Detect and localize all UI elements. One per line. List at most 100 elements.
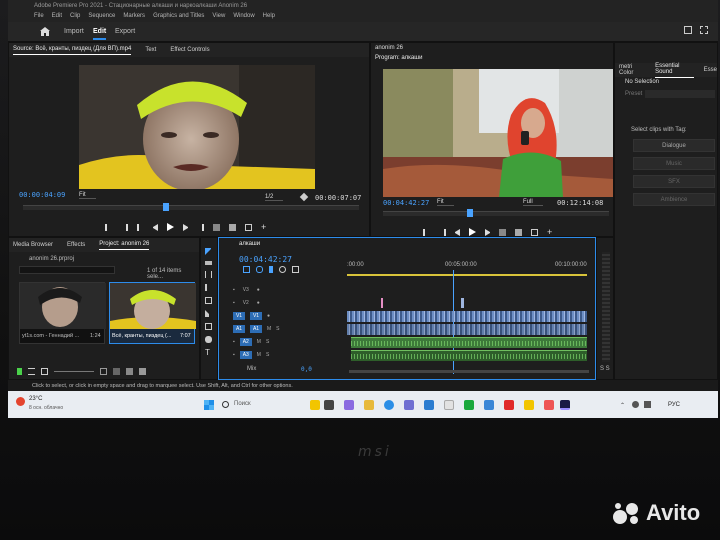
- menu-edit[interactable]: Edit: [52, 13, 62, 19]
- weather-icon[interactable]: [16, 397, 25, 406]
- sequence-tab[interactable]: алкаши: [239, 241, 260, 247]
- menu-sequence[interactable]: Sequence: [88, 13, 115, 19]
- track-a2[interactable]: ▪ A2 M S: [233, 336, 269, 347]
- search-icon[interactable]: [222, 401, 229, 408]
- xbox-icon[interactable]: [464, 400, 474, 410]
- meter-solo-buttons[interactable]: S S: [600, 366, 610, 372]
- linked-selection-icon[interactable]: [256, 266, 263, 273]
- source-patch-v1[interactable]: V1: [233, 311, 245, 320]
- menu-markers[interactable]: Markers: [123, 13, 145, 19]
- program-add-button-icon[interactable]: +: [547, 227, 554, 236]
- tab-media-browser[interactable]: Media Browser: [13, 242, 53, 248]
- sfx-button[interactable]: SFX: [633, 175, 715, 188]
- captions-icon[interactable]: [292, 266, 299, 273]
- lock-icon[interactable]: ▪: [233, 339, 235, 345]
- source-resolution-select[interactable]: 1/2: [265, 194, 284, 201]
- start-icon[interactable]: [204, 400, 214, 410]
- lift-icon[interactable]: [499, 228, 506, 236]
- program-playhead[interactable]: [467, 209, 473, 217]
- mark-out-icon[interactable]: [121, 223, 128, 231]
- tab-essential-sound[interactable]: Essential Sound: [655, 63, 694, 78]
- menu-help[interactable]: Help: [263, 13, 275, 19]
- tab-edit[interactable]: Edit: [93, 28, 107, 40]
- mix-value[interactable]: 0,0: [301, 366, 312, 373]
- program-quality-select[interactable]: Full: [523, 199, 543, 206]
- tab-import[interactable]: Import: [64, 28, 84, 35]
- taskbar-search[interactable]: Поиск: [234, 401, 251, 407]
- new-bin-icon[interactable]: [113, 368, 120, 375]
- program-timecode[interactable]: 00:04:42:27: [383, 199, 429, 207]
- source-patch-a1[interactable]: A1: [233, 324, 245, 333]
- ambience-button[interactable]: Ambience: [633, 193, 715, 206]
- clip-v2-marker-small[interactable]: [381, 298, 383, 308]
- premiere-taskbar-icon[interactable]: [560, 400, 570, 410]
- snap-icon[interactable]: [243, 266, 250, 273]
- solo-icon[interactable]: S: [266, 339, 269, 345]
- track-a3[interactable]: ▪ A3 M S: [233, 349, 269, 360]
- clip-a3[interactable]: [351, 350, 587, 361]
- explorer-icon[interactable]: [364, 400, 374, 410]
- mute-icon[interactable]: M: [257, 339, 261, 345]
- project-item-0[interactable]: yt1s.com - Геннадий ... 1:24: [19, 282, 106, 344]
- chat-icon[interactable]: [344, 400, 354, 410]
- menu-window[interactable]: Window: [233, 13, 254, 19]
- preset-dropdown[interactable]: [645, 90, 715, 98]
- source-time-ruler[interactable]: [23, 205, 359, 210]
- track-v1[interactable]: V1 V1 ●: [233, 310, 270, 321]
- yandex-icon[interactable]: [504, 400, 514, 410]
- extract-icon[interactable]: [515, 228, 522, 236]
- language-indicator[interactable]: РУС: [668, 402, 680, 408]
- timeline-settings-icon[interactable]: [279, 266, 286, 273]
- tab-effect-controls[interactable]: Effect Controls: [170, 47, 209, 53]
- project-item-1[interactable]: Всё, кранты, пиздец (... 7:07: [109, 282, 196, 344]
- menu-clip[interactable]: Clip: [70, 13, 80, 19]
- tab-lumetri-color[interactable]: metri Color: [619, 64, 645, 76]
- go-to-out-icon[interactable]: [197, 223, 204, 231]
- solo-icon[interactable]: S: [276, 326, 279, 332]
- program-mark-out-icon[interactable]: [439, 228, 446, 236]
- track-area[interactable]: [347, 284, 591, 364]
- program-play-icon[interactable]: [469, 228, 476, 236]
- clip-a2[interactable]: [351, 337, 587, 348]
- slip-tool-icon[interactable]: [205, 297, 212, 304]
- tab-source[interactable]: Source: Всё, кранты, пиздец (Для ВП).mp4: [13, 46, 132, 55]
- lock-icon[interactable]: ▪: [233, 300, 235, 306]
- track-v2[interactable]: ▪ V2 ●: [233, 297, 260, 308]
- list-view-icon[interactable]: [28, 368, 35, 375]
- program-step-forward-icon[interactable]: [485, 228, 490, 236]
- player-icon[interactable]: [544, 400, 554, 410]
- clip-v2-marker[interactable]: [461, 298, 464, 308]
- source-timecode[interactable]: 00:00:04:09: [19, 191, 65, 199]
- work-area-bar[interactable]: [347, 274, 587, 276]
- zoom-slider[interactable]: [54, 371, 94, 372]
- source-fit-select[interactable]: Fit: [79, 192, 96, 199]
- project-search-input[interactable]: [19, 266, 115, 274]
- network-icon[interactable]: [632, 401, 639, 408]
- add-marker-icon[interactable]: [269, 266, 273, 273]
- pencil-icon[interactable]: [17, 368, 22, 375]
- wrench-icon[interactable]: [299, 192, 309, 202]
- task-view-icon[interactable]: [324, 400, 334, 410]
- tab-text[interactable]: Text: [145, 47, 156, 53]
- play-icon[interactable]: [167, 223, 174, 231]
- tab-export[interactable]: Export: [115, 28, 135, 35]
- source-playhead[interactable]: [163, 203, 169, 211]
- pen-tool-icon[interactable]: [205, 310, 209, 317]
- track-v3[interactable]: ▪ V3 ●: [233, 284, 260, 295]
- tab-program[interactable]: Program: алкаши: [375, 55, 422, 61]
- tray-arrow-icon[interactable]: ⌃: [620, 402, 625, 409]
- program-time-ruler[interactable]: [383, 211, 609, 216]
- tab-effects[interactable]: Effects: [67, 242, 85, 248]
- overwrite-icon[interactable]: [229, 223, 236, 231]
- menu-file[interactable]: File: [34, 13, 44, 19]
- edge-icon[interactable]: [384, 400, 394, 410]
- sort-icon[interactable]: [100, 368, 107, 375]
- mail-icon[interactable]: [424, 400, 434, 410]
- selection-tool-icon[interactable]: [205, 248, 211, 255]
- vk-icon[interactable]: [484, 400, 494, 410]
- dialogue-button[interactable]: Dialogue: [633, 139, 715, 152]
- mute-icon[interactable]: M: [257, 352, 261, 358]
- mute-icon[interactable]: M: [267, 326, 271, 332]
- rectangle-tool-icon[interactable]: [205, 323, 212, 330]
- clip-a1[interactable]: [347, 324, 587, 335]
